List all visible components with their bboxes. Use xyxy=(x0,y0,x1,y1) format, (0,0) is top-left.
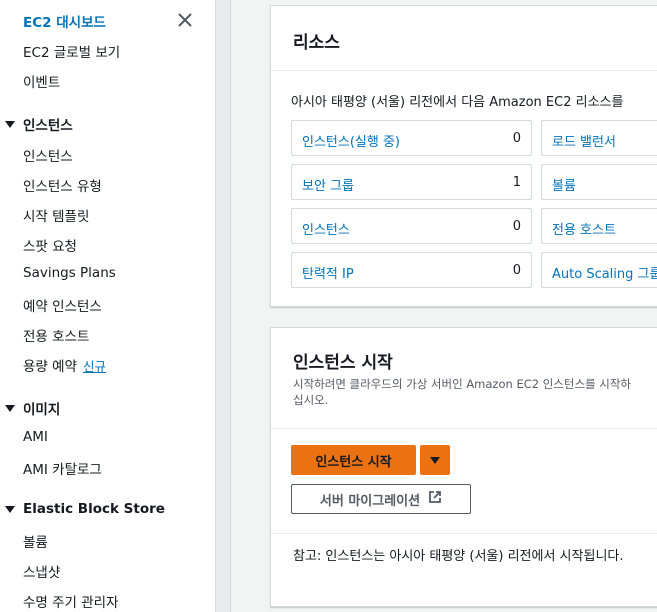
tile-auto-scaling-groups[interactable]: Auto Scaling 그룹 xyxy=(541,252,657,288)
section-label: 인스턴스 xyxy=(23,118,73,134)
scrollbar[interactable] xyxy=(216,0,231,612)
tile-value: 1 xyxy=(512,175,521,190)
external-link-icon xyxy=(428,490,442,508)
tile-volumes[interactable]: 볼륨 xyxy=(541,164,657,200)
launch-options-dropdown[interactable] xyxy=(420,445,450,475)
resources-card: 리소스 아시아 태평양 (서울) 리전에서 다음 Amazon EC2 리소스를… xyxy=(270,5,657,307)
tile-label[interactable]: 로드 밸런서 xyxy=(552,131,616,150)
tile-dedicated-hosts[interactable]: 전용 호스트 xyxy=(541,208,657,244)
nav-reserved-instances[interactable]: 예약 인스턴스 xyxy=(23,295,102,315)
close-icon[interactable] xyxy=(176,11,194,29)
tile-instances[interactable]: 인스턴스 0 xyxy=(291,208,532,244)
tile-label[interactable]: 탄력적 IP xyxy=(302,263,354,282)
section-instances[interactable]: 인스턴스 xyxy=(5,114,73,134)
nav-ami-catalog[interactable]: AMI 카탈로그 xyxy=(23,458,102,478)
tile-security-groups[interactable]: 보안 그룹 1 xyxy=(291,164,532,200)
section-label: 이미지 xyxy=(23,402,61,418)
divider xyxy=(271,533,657,534)
tile-value: 0 xyxy=(512,263,521,278)
nav-global-view[interactable]: EC2 글로벌 보기 xyxy=(23,41,120,61)
tile-label[interactable]: Auto Scaling 그룹 xyxy=(552,263,657,282)
nav-instance-types[interactable]: 인스턴스 유형 xyxy=(23,175,102,195)
tile-label[interactable]: 인스턴스(실행 중) xyxy=(302,131,400,150)
nav-launch-templates[interactable]: 시작 템플릿 xyxy=(23,205,89,225)
nav-instances[interactable]: 인스턴스 xyxy=(23,145,73,165)
tile-elastic-ips[interactable]: 탄력적 IP 0 xyxy=(291,252,532,288)
nav-capacity-reservations[interactable]: 용량 예약 신규 xyxy=(23,355,106,375)
nav-events[interactable]: 이벤트 xyxy=(23,71,60,91)
nav-spot-requests[interactable]: 스팟 요청 xyxy=(23,235,77,255)
launch-instance-card: 인스턴스 시작 시작하려면 클라우드의 가상 서버인 Amazon EC2 인스… xyxy=(270,327,657,607)
nav-lifecycle-manager[interactable]: 수명 주기 관리자 xyxy=(23,591,119,611)
migrate-server-button[interactable]: 서버 마이그레이션 xyxy=(291,484,471,514)
caret-down-icon xyxy=(5,404,15,412)
tile-label[interactable]: 볼륨 xyxy=(552,175,576,194)
nav-snapshots[interactable]: 스냅샷 xyxy=(23,561,60,581)
nav-volumes[interactable]: 볼륨 xyxy=(23,531,48,551)
nav-dedicated-hosts[interactable]: 전용 호스트 xyxy=(23,325,89,345)
tile-value: 0 xyxy=(512,219,521,234)
resources-title: 리소스 xyxy=(293,33,340,53)
divider xyxy=(271,428,657,429)
region-note: 참고: 인스턴스는 아시아 태평양 (서울) 리전에서 시작됩니다. xyxy=(293,549,624,564)
tile-label[interactable]: 보안 그룹 xyxy=(302,175,354,194)
launch-title: 인스턴스 시작 xyxy=(293,353,393,373)
nav-savings-plans[interactable]: Savings Plans xyxy=(23,265,116,281)
tile-value: 0 xyxy=(512,131,521,146)
tile-load-balancers[interactable]: 로드 밸런서 xyxy=(541,120,657,156)
resources-description: 아시아 태평양 (서울) 리전에서 다음 Amazon EC2 리소스를 xyxy=(291,95,624,110)
nav-label: 용량 예약 xyxy=(23,359,77,375)
nav-ami[interactable]: AMI xyxy=(23,429,48,445)
section-label: Elastic Block Store xyxy=(23,501,165,517)
launch-description: 시작하려면 클라우드의 가상 서버인 Amazon EC2 인스턴스를 시작하십… xyxy=(293,377,632,407)
caret-down-icon xyxy=(5,120,15,128)
caret-down-icon xyxy=(430,456,440,464)
tile-label[interactable]: 인스턴스 xyxy=(302,219,350,238)
tile-label[interactable]: 전용 호스트 xyxy=(552,219,616,238)
migrate-label: 서버 마이그레이션 xyxy=(319,493,421,509)
tile-running-instances[interactable]: 인스턴스(실행 중) 0 xyxy=(291,120,532,156)
divider xyxy=(271,70,657,71)
nav-ec2-dashboard[interactable]: EC2 대시보드 xyxy=(23,11,106,31)
side-navigation: EC2 대시보드 EC2 글로벌 보기 이벤트 인스턴스 인스턴스 인스턴스 유… xyxy=(0,0,216,612)
section-ebs[interactable]: Elastic Block Store xyxy=(5,501,165,517)
caret-down-icon xyxy=(5,505,15,513)
section-images[interactable]: 이미지 xyxy=(5,398,60,418)
launch-instance-button[interactable]: 인스턴스 시작 xyxy=(291,445,416,475)
new-badge[interactable]: 신규 xyxy=(83,359,106,374)
